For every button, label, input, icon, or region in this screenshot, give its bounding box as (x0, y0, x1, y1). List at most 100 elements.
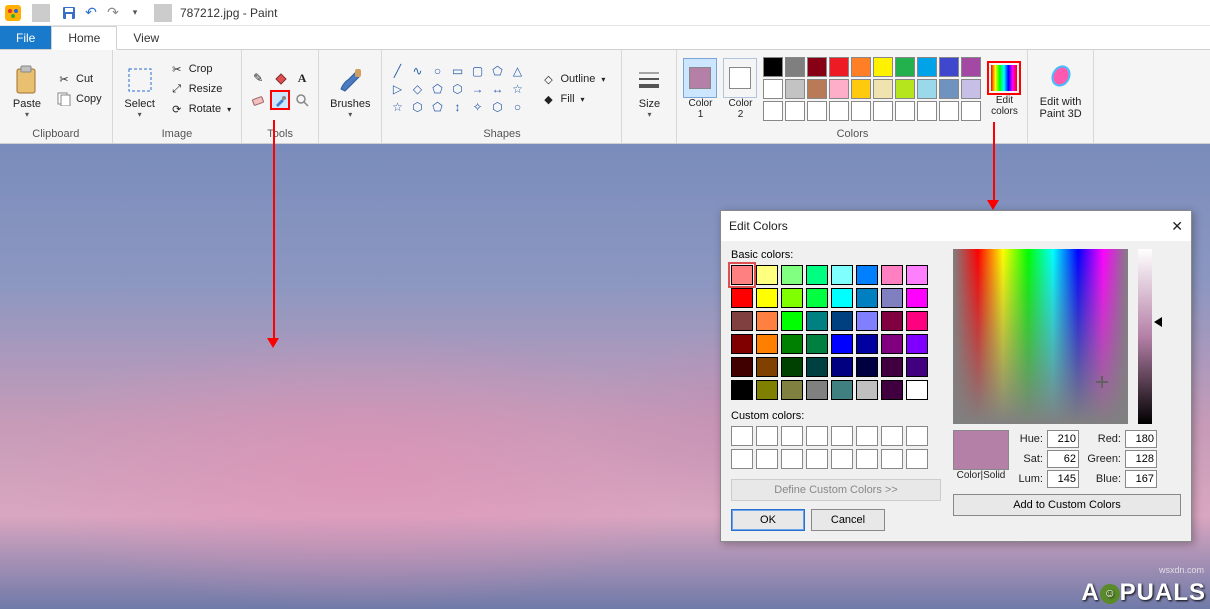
palette-color[interactable] (851, 57, 871, 77)
define-custom-colors-button[interactable]: Define Custom Colors >> (731, 479, 941, 501)
fill-tool[interactable] (270, 68, 290, 88)
basic-color[interactable] (906, 380, 928, 400)
blue-input[interactable] (1125, 470, 1157, 488)
eraser-tool[interactable] (248, 90, 268, 110)
custom-color-slot[interactable] (781, 426, 803, 446)
copy-button[interactable]: Copy (52, 90, 106, 108)
palette-color[interactable] (939, 57, 959, 77)
palette-color[interactable] (873, 57, 893, 77)
lum-input[interactable] (1047, 470, 1079, 488)
basic-color[interactable] (731, 357, 753, 377)
basic-color[interactable] (731, 380, 753, 400)
basic-color[interactable] (756, 380, 778, 400)
palette-color[interactable] (829, 57, 849, 77)
color-picker-tool[interactable] (270, 90, 290, 110)
pencil-tool[interactable]: ✎ (248, 68, 268, 88)
basic-color[interactable] (906, 288, 928, 308)
palette-color[interactable] (829, 101, 849, 121)
basic-color[interactable] (881, 265, 903, 285)
basic-color[interactable] (781, 265, 803, 285)
basic-color[interactable] (906, 357, 928, 377)
sat-input[interactable] (1047, 450, 1079, 468)
save-icon[interactable] (60, 4, 78, 22)
basic-color[interactable] (831, 311, 853, 331)
basic-color[interactable] (756, 265, 778, 285)
magnifier-tool[interactable] (292, 90, 312, 110)
custom-color-slot[interactable] (881, 426, 903, 446)
basic-color[interactable] (731, 265, 753, 285)
basic-color[interactable] (906, 311, 928, 331)
palette-color[interactable] (851, 101, 871, 121)
basic-color[interactable] (906, 334, 928, 354)
basic-color[interactable] (781, 334, 803, 354)
redo-icon[interactable]: ↷ (104, 4, 122, 22)
basic-color[interactable] (806, 265, 828, 285)
basic-color[interactable] (856, 311, 878, 331)
green-input[interactable] (1125, 450, 1157, 468)
tab-file[interactable]: File (0, 26, 51, 49)
add-to-custom-colors-button[interactable]: Add to Custom Colors (953, 494, 1181, 516)
custom-color-slot[interactable] (856, 449, 878, 469)
color2-button[interactable] (723, 58, 757, 98)
palette-color[interactable] (939, 101, 959, 121)
edit-colors-button[interactable] (987, 61, 1021, 95)
palette-color[interactable] (895, 101, 915, 121)
basic-color[interactable] (856, 357, 878, 377)
palette-color[interactable] (895, 57, 915, 77)
custom-color-slot[interactable] (731, 426, 753, 446)
basic-color[interactable] (831, 334, 853, 354)
basic-color[interactable] (806, 334, 828, 354)
palette-color[interactable] (917, 57, 937, 77)
palette-color[interactable] (807, 101, 827, 121)
qat-dropdown-icon[interactable]: ▾ (126, 4, 144, 22)
text-tool[interactable]: A (292, 68, 312, 88)
luminance-slider[interactable] (1138, 249, 1152, 424)
custom-color-slot[interactable] (806, 449, 828, 469)
basic-color[interactable] (806, 288, 828, 308)
custom-color-slot[interactable] (756, 449, 778, 469)
palette-color[interactable] (851, 79, 871, 99)
custom-color-slot[interactable] (781, 449, 803, 469)
basic-color[interactable] (806, 357, 828, 377)
palette-color[interactable] (873, 101, 893, 121)
palette-color[interactable] (785, 101, 805, 121)
tab-view[interactable]: View (117, 26, 175, 49)
palette-color[interactable] (939, 79, 959, 99)
cancel-button[interactable]: Cancel (811, 509, 885, 531)
tab-home[interactable]: Home (51, 26, 117, 50)
palette-color[interactable] (917, 79, 937, 99)
paint3d-button[interactable]: Edit with Paint 3D (1034, 57, 1086, 121)
custom-color-slot[interactable] (831, 449, 853, 469)
custom-color-slot[interactable] (906, 426, 928, 446)
custom-color-slot[interactable] (831, 426, 853, 446)
basic-color[interactable] (881, 380, 903, 400)
basic-color[interactable] (856, 334, 878, 354)
select-button[interactable]: Select ▾ (119, 59, 161, 120)
dialog-titlebar[interactable]: Edit Colors ✕ (721, 211, 1191, 241)
basic-color[interactable] (906, 265, 928, 285)
basic-color[interactable] (731, 334, 753, 354)
basic-color[interactable] (831, 380, 853, 400)
basic-color[interactable] (781, 311, 803, 331)
basic-color[interactable] (881, 288, 903, 308)
basic-color[interactable] (831, 288, 853, 308)
palette-color[interactable] (917, 101, 937, 121)
cut-button[interactable]: ✂Cut (52, 70, 106, 88)
resize-button[interactable]: ⤢Resize (165, 80, 235, 98)
palette-color[interactable] (785, 79, 805, 99)
hue-input[interactable] (1047, 430, 1079, 448)
basic-color[interactable] (856, 288, 878, 308)
palette-color[interactable] (829, 79, 849, 99)
basic-color[interactable] (881, 357, 903, 377)
basic-color[interactable] (731, 288, 753, 308)
basic-color[interactable] (756, 288, 778, 308)
size-button[interactable]: Size ▾ (628, 59, 670, 120)
brushes-button[interactable]: Brushes ▾ (325, 59, 375, 120)
undo-icon[interactable]: ↶ (82, 4, 100, 22)
palette-color[interactable] (961, 57, 981, 77)
palette-color[interactable] (895, 79, 915, 99)
red-input[interactable] (1125, 430, 1157, 448)
color-palette[interactable] (763, 57, 981, 121)
palette-color[interactable] (785, 57, 805, 77)
palette-color[interactable] (961, 101, 981, 121)
